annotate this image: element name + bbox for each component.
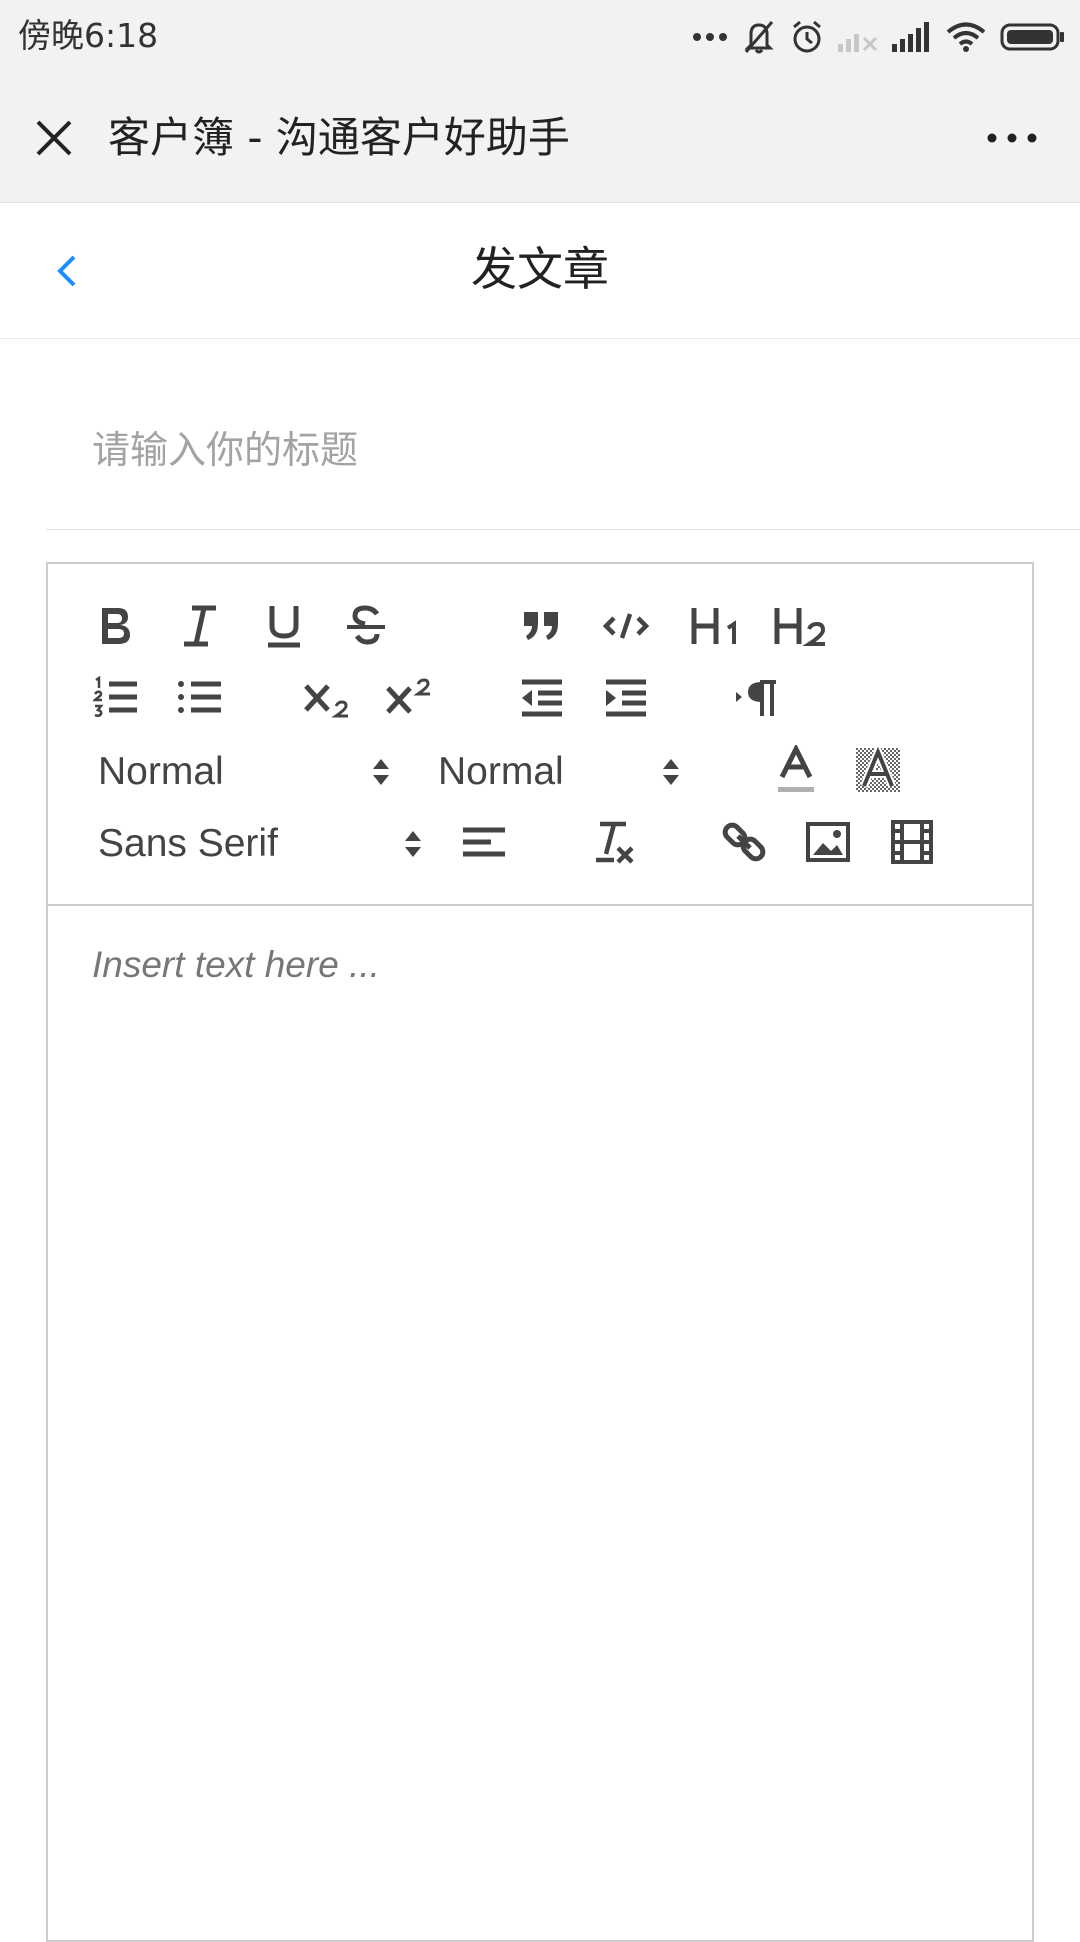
more-dots-icon	[692, 31, 728, 43]
font-picker[interactable]: Sans Serif	[98, 812, 421, 872]
chevron-up-down-icon	[373, 759, 389, 785]
indent-increase-button[interactable]	[598, 670, 654, 726]
editor-placeholder: Insert text here ...	[92, 944, 380, 985]
size-picker-label: Normal	[98, 750, 224, 793]
font-picker-label: Sans Serif	[98, 822, 278, 865]
blockquote-button[interactable]	[514, 598, 570, 654]
background-color-button[interactable]	[850, 740, 906, 800]
page-title: 发文章	[471, 242, 609, 296]
code-block-icon	[602, 613, 650, 639]
clean-format-icon	[596, 821, 634, 864]
alarm-icon	[790, 19, 824, 55]
close-button[interactable]	[30, 114, 78, 162]
video-button[interactable]	[884, 814, 940, 870]
header-1-icon	[691, 608, 736, 644]
underline-button[interactable]	[256, 598, 312, 654]
editor-toolbar: Normal Normal Sans Serif	[48, 564, 1032, 906]
header-1-button[interactable]	[680, 598, 752, 654]
align-left-icon	[463, 827, 505, 857]
indent-increase-icon	[606, 679, 646, 717]
align-button[interactable]	[456, 814, 512, 870]
video-icon	[891, 820, 933, 864]
battery-icon	[1000, 22, 1066, 52]
chevron-up-down-icon	[405, 831, 421, 857]
title-input[interactable]	[46, 370, 1080, 530]
bell-muted-icon	[742, 19, 776, 55]
strike-button[interactable]	[338, 598, 394, 654]
editor-content-area[interactable]: Insert text here ...	[48, 906, 1032, 1936]
status-icons	[692, 14, 1066, 60]
image-icon	[806, 822, 850, 862]
direction-button[interactable]	[728, 670, 784, 726]
list-ordered-icon	[93, 676, 137, 718]
list-bullet-icon	[178, 681, 221, 713]
miniprogram-title: 客户簿 - 沟通客户好助手	[108, 113, 570, 162]
underline-icon	[268, 606, 300, 648]
close-icon	[36, 120, 72, 156]
wifi-icon	[946, 21, 986, 53]
status-time: 傍晚6:18	[18, 16, 159, 55]
signal-sim2-icon	[892, 22, 932, 52]
italic-button[interactable]	[172, 598, 228, 654]
bold-button[interactable]	[88, 598, 144, 654]
more-icon	[987, 133, 1037, 143]
page-header: 发文章	[0, 203, 1080, 339]
list-bullet-button[interactable]	[172, 670, 228, 726]
clean-format-button[interactable]	[584, 814, 640, 870]
header-2-icon	[774, 608, 826, 646]
superscript-icon	[386, 678, 430, 714]
rich-text-editor: Normal Normal Sans Serif Insert text her…	[46, 562, 1034, 1942]
text-direction-icon	[736, 680, 776, 716]
list-ordered-button[interactable]	[88, 670, 144, 726]
text-color-button[interactable]	[768, 740, 824, 800]
size-picker[interactable]: Normal	[98, 740, 389, 800]
background-color-icon	[856, 746, 900, 792]
code-block-button[interactable]	[598, 598, 654, 654]
header-picker[interactable]: Normal	[438, 740, 698, 800]
bold-icon	[102, 608, 130, 644]
signal-sim1-icon	[838, 22, 878, 52]
superscript-button[interactable]	[380, 670, 440, 726]
image-button[interactable]	[800, 814, 856, 870]
indent-decrease-icon	[522, 679, 562, 717]
miniprogram-nav-bar: 客户簿 - 沟通客户好助手	[0, 74, 1080, 203]
header-2-button[interactable]	[764, 598, 836, 654]
link-button[interactable]	[716, 814, 772, 870]
blockquote-icon	[524, 612, 558, 640]
indent-decrease-button[interactable]	[514, 670, 570, 726]
status-bar: 傍晚6:18	[0, 0, 1080, 74]
text-color-icon	[778, 745, 814, 792]
link-icon	[722, 822, 766, 862]
italic-icon	[184, 605, 216, 647]
chevron-up-down-icon	[663, 759, 679, 785]
subscript-icon	[304, 684, 348, 718]
more-button[interactable]	[986, 126, 1038, 150]
subscript-button[interactable]	[298, 670, 358, 726]
strike-icon	[347, 605, 385, 645]
header-picker-label: Normal	[438, 750, 564, 793]
